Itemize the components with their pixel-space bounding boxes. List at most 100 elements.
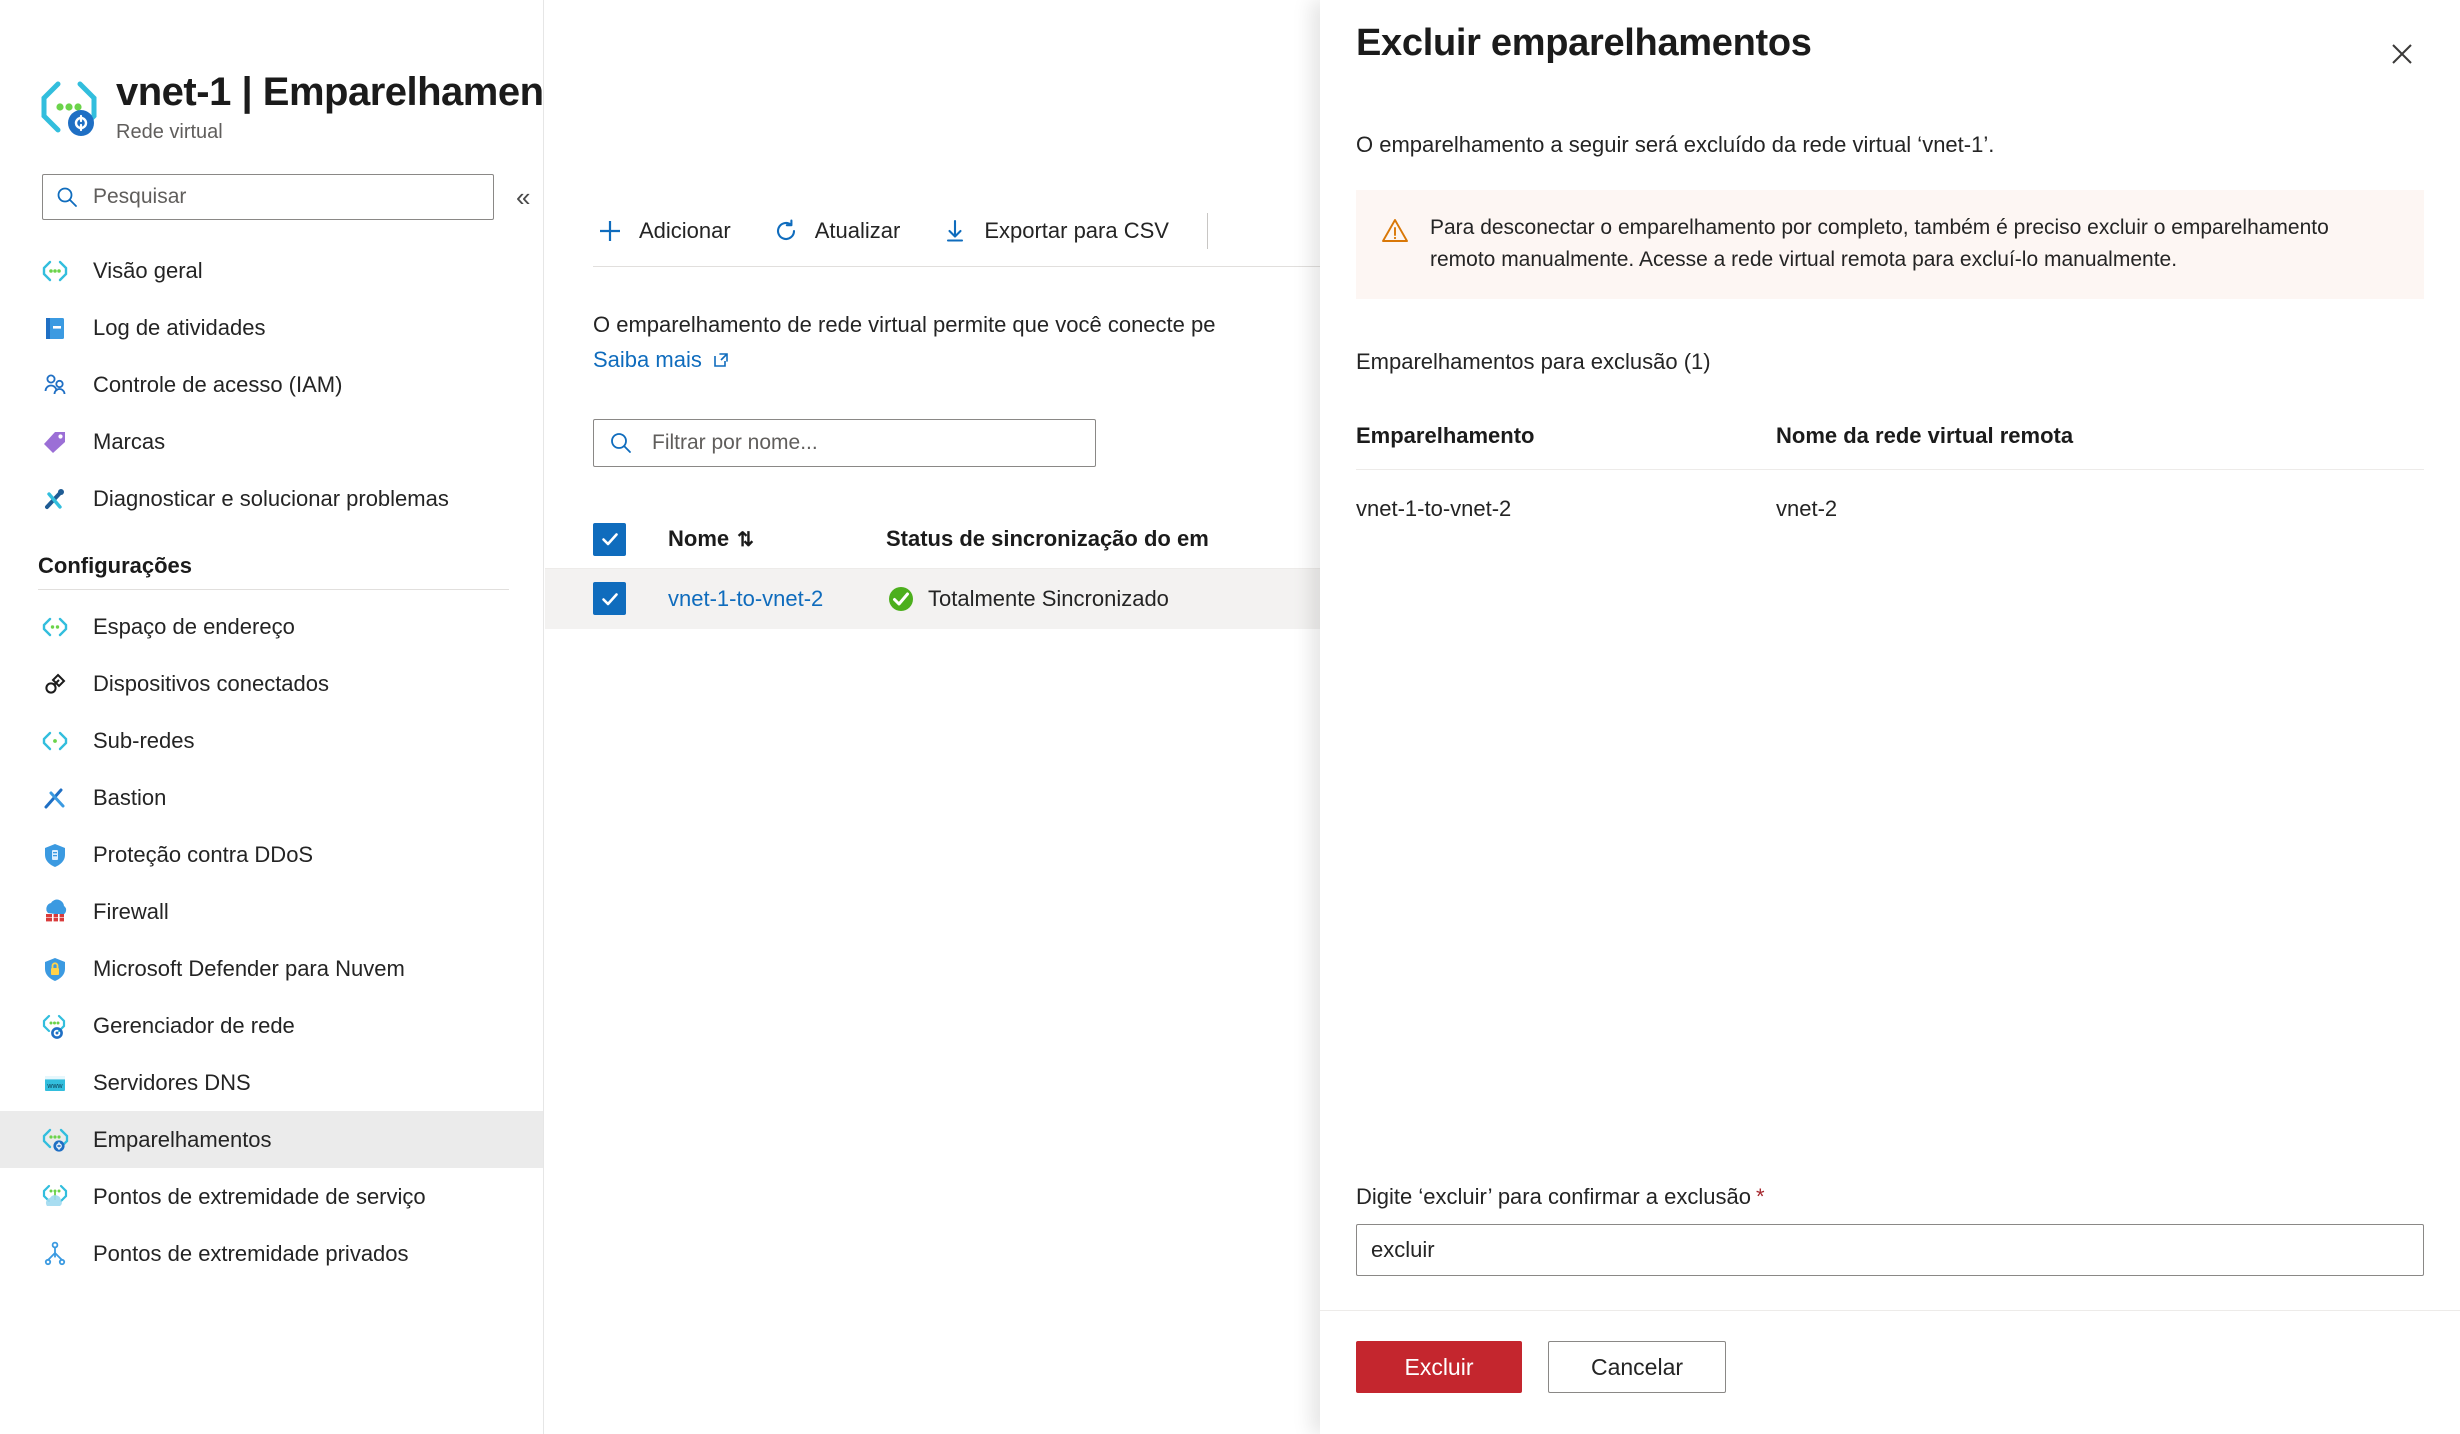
bastion-icon	[38, 781, 72, 815]
sidebar-item-label: Bastion	[93, 784, 167, 810]
sidebar-item-label: Firewall	[93, 898, 169, 924]
sidebar-item-label: Log de atividades	[93, 314, 266, 340]
sidebar-item-espaco-de-endereco[interactable]: Espaço de endereço	[0, 598, 543, 655]
sidebar-item-label: Visão geral	[93, 257, 203, 283]
sidebar-item-dispositivos-conectados[interactable]: Dispositivos conectados	[0, 655, 543, 712]
sidebar-item-pontos-extremidade-servico[interactable]: Pontos de extremidade de serviço	[0, 1168, 543, 1225]
sidebar-item-diagnosticar[interactable]: Diagnosticar e solucionar problemas	[0, 470, 543, 527]
row-name-cell[interactable]: vnet-1-to-vnet-2	[668, 586, 886, 612]
sidebar-item-label: Sub-redes	[93, 727, 195, 753]
sidebar-item-gerenciador-de-rede[interactable]: Gerenciador de rede	[0, 997, 543, 1054]
sidebar-search-placeholder: Pesquisar	[93, 185, 187, 208]
cancel-button[interactable]: Cancelar	[1548, 1341, 1726, 1393]
sidebar-item-label: Proteção contra DDoS	[93, 841, 314, 867]
warning-text: Para desconectar o emparelhamento por co…	[1430, 216, 2329, 271]
refresh-button[interactable]: Atualizar	[769, 214, 900, 248]
sidebar-nav-list: Visão geral Log de atividades Controle d…	[0, 242, 543, 1282]
search-icon	[611, 432, 631, 453]
sidebar-item-log-de-atividades[interactable]: Log de atividades	[0, 299, 543, 356]
panel-title: Excluir emparelhamentos	[1356, 22, 1812, 64]
column-header-nome[interactable]: Nome ⇅	[668, 526, 886, 552]
add-button[interactable]: Adicionar	[593, 214, 731, 248]
sidebar-item-sub-redes[interactable]: Sub-redes	[0, 712, 543, 769]
toolbar-bottom-border	[593, 266, 1320, 267]
panel-footer-divider	[1320, 1310, 2460, 1311]
sidebar-item-controle-de-acesso[interactable]: Controle de acesso (IAM)	[0, 356, 543, 413]
panel-header: Excluir emparelhamentos	[1320, 0, 2460, 78]
troubleshoot-icon	[38, 482, 72, 516]
warning-banner: Para desconectar o emparelhamento por co…	[1356, 190, 2424, 299]
external-link-icon	[714, 353, 728, 367]
sidebar-item-servidores-dns[interactable]: www Servidores DNS	[0, 1054, 543, 1111]
panel-column-header-emparelhamento: Emparelhamento	[1356, 423, 1535, 448]
export-csv-button-label: Exportar para CSV	[984, 218, 1169, 243]
sidebar-item-pontos-extremidade-privados[interactable]: Pontos de extremidade privados	[0, 1225, 543, 1282]
sidebar-item-bastion[interactable]: Bastion	[0, 769, 543, 826]
peering-name-link[interactable]: vnet-1-to-vnet-2	[668, 586, 823, 611]
export-csv-button[interactable]: Exportar para CSV	[938, 214, 1169, 248]
sidebar-section-divider	[38, 589, 509, 590]
sidebar-item-label: Gerenciador de rede	[93, 1012, 295, 1038]
tag-icon	[38, 425, 72, 459]
vnet-icon	[38, 254, 72, 288]
svg-text:www: www	[46, 1083, 63, 1090]
sidebar-item-label: Marcas	[93, 428, 166, 454]
chevron-double-left-icon[interactable]: «	[516, 182, 530, 213]
dns-server-icon: www	[38, 1066, 72, 1100]
panel-remote-vnet-name: vnet-2	[1776, 496, 1838, 521]
filter-input[interactable]: Filtrar por nome...	[593, 418, 1096, 467]
sync-status-text: Totalmente Sincronizado	[928, 585, 1169, 611]
sidebar-item-protecao-ddos[interactable]: Proteção contra DDoS	[0, 826, 543, 883]
sidebar-item-emparelhamentos[interactable]: Emparelhamentos	[0, 1111, 543, 1168]
column-header-label: Status de sincronização do em	[886, 526, 1209, 552]
address-space-icon	[38, 610, 72, 644]
table-header-row: Nome ⇅ Status de sincronização do em	[545, 511, 1320, 569]
panel-table-header-row: Emparelhamento Nome da rede virtual remo…	[1356, 423, 2424, 470]
activity-log-icon	[38, 311, 72, 345]
sidebar-item-marcas[interactable]: Marcas	[0, 413, 543, 470]
column-header-label: Nome	[668, 526, 730, 552]
delete-button[interactable]: Excluir	[1356, 1341, 1522, 1393]
learn-more-link[interactable]: Saiba mais	[593, 347, 731, 373]
firewall-icon	[38, 895, 72, 929]
peerings-to-delete-table: Emparelhamento Nome da rede virtual remo…	[1356, 423, 2424, 522]
peering-description: O emparelhamento de rede virtual permite…	[593, 312, 1216, 337]
peerings-to-delete-label: Emparelhamentos para exclusão (1)	[1356, 349, 1711, 374]
peering-icon	[38, 1123, 72, 1157]
sidebar-item-label: Pontos de extremidade de serviço	[93, 1183, 426, 1209]
resource-type-subtitle: Rede virtual	[116, 121, 223, 143]
column-header-status[interactable]: Status de sincronização do em	[886, 526, 1209, 552]
learn-more-label: Saiba mais	[593, 346, 702, 372]
filter-input-placeholder: Filtrar por nome...	[652, 430, 818, 454]
toolbar-divider	[1206, 213, 1208, 249]
required-asterisk: *	[1755, 1184, 1765, 1209]
table-row[interactable]: vnet-1-to-vnet-2 Totalmente Sincronizado	[545, 568, 1320, 629]
panel-table-row: vnet-1-to-vnet-2 vnet-2	[1356, 470, 2424, 522]
virtual-network-icon	[41, 81, 97, 136]
row-checkbox[interactable]	[593, 582, 626, 616]
search-icon	[57, 187, 77, 207]
check-circle-icon	[889, 586, 913, 611]
page-section-name: Emparelhamentos	[262, 70, 544, 114]
sidebar-item-label: Pontos de extremidade privados	[93, 1240, 409, 1266]
delete-peerings-panel: Excluir emparelhamentos O emparelhamento…	[1320, 0, 2460, 1434]
sidebar-item-microsoft-defender[interactable]: Microsoft Defender para Nuvem	[0, 940, 543, 997]
sidebar-item-label: Controle de acesso (IAM)	[93, 371, 343, 397]
sort-arrows-icon: ⇅	[737, 529, 754, 552]
sidebar-item-label: Microsoft Defender para Nuvem	[93, 955, 405, 981]
private-endpoint-icon	[38, 1237, 72, 1271]
sidebar-item-label: Servidores DNS	[93, 1069, 251, 1095]
select-all-checkbox[interactable]	[593, 522, 626, 556]
sidebar-item-label: Emparelhamentos	[93, 1126, 272, 1152]
sidebar-search-input[interactable]: Pesquisar	[42, 174, 494, 220]
main-content: Adicionar Atualizar Exportar para CSV O …	[545, 0, 1320, 1434]
confirm-text-input[interactable]: excluir	[1356, 1224, 2424, 1276]
sidebar-item-firewall[interactable]: Firewall	[0, 883, 543, 940]
connected-devices-icon	[38, 667, 72, 701]
row-status-cell: Totalmente Sincronizado	[886, 584, 1169, 614]
confirm-input-value: excluir	[1371, 1237, 1435, 1262]
close-icon[interactable]	[2378, 30, 2426, 78]
service-endpoint-icon	[38, 1180, 72, 1214]
sidebar-item-visao-geral[interactable]: Visão geral	[0, 242, 543, 299]
peerings-table: Nome ⇅ Status de sincronização do em vnet…	[545, 511, 1320, 629]
